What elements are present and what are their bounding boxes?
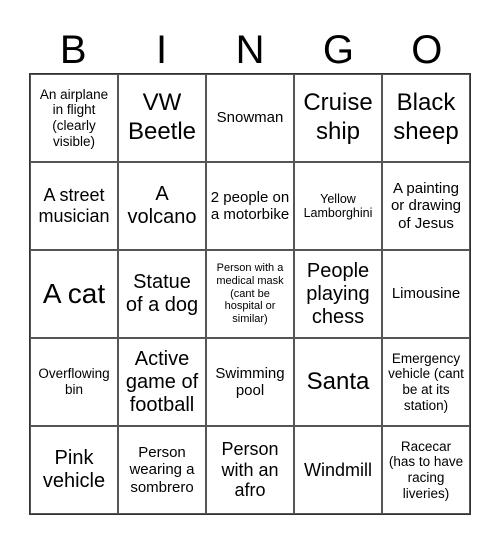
bingo-cell[interactable]: VW Beetle [118,74,206,162]
bingo-cell[interactable]: An airplane in flight (clearly visible) [30,74,118,162]
bingo-cell[interactable]: Yellow Lamborghini [294,162,382,250]
header-letter-o: O [411,28,443,72]
header-letter-n: N [235,28,265,72]
bingo-cell[interactable]: Statue of a dog [118,250,206,338]
header-letter-b: B [59,28,87,72]
bingo-cell[interactable]: A painting or drawing of Jesus [382,162,470,250]
bingo-cell[interactable]: Person with an afro [206,426,294,514]
header-letter-g: G [322,28,354,72]
bingo-grid: An airplane in flight (clearly visible) … [29,73,471,515]
bingo-cell[interactable]: Windmill [294,426,382,514]
bingo-cell[interactable]: A cat [30,250,118,338]
bingo-cell[interactable]: Limousine [382,250,470,338]
bingo-cell[interactable]: Person with a medical mask (cant be hosp… [206,250,294,338]
bingo-cell[interactable]: People playing chess [294,250,382,338]
bingo-cell[interactable]: Black sheep [382,74,470,162]
bingo-cell[interactable]: Overflowing bin [30,338,118,426]
bingo-cell[interactable]: A volcano [118,162,206,250]
bingo-cell[interactable]: Swimming pool [206,338,294,426]
bingo-cell[interactable]: Racecar (has to have racing liveries) [382,426,470,514]
bingo-cell[interactable]: Pink vehicle [30,426,118,514]
bingo-cell[interactable]: Active game of football [118,338,206,426]
bingo-cell[interactable]: A street musician [30,162,118,250]
bingo-cell[interactable]: Santa [294,338,382,426]
bingo-cell[interactable]: Cruise ship [294,74,382,162]
bingo-cell[interactable]: Snowman [206,74,294,162]
bingo-header: B I N G O [29,26,471,74]
bingo-cell[interactable]: Person wearing a sombrero [118,426,206,514]
bingo-cell[interactable]: Emergency vehicle (cant be at its statio… [382,338,470,426]
bingo-cell[interactable]: 2 people on a motorbike [206,162,294,250]
header-letter-i: I [156,28,168,72]
